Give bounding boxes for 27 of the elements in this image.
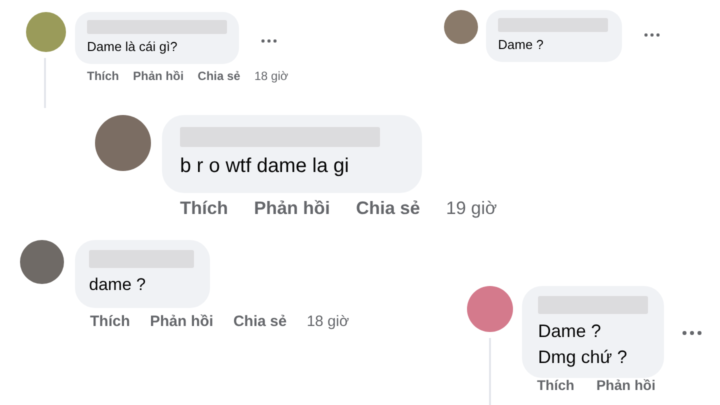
avatar-placeholder[interactable] xyxy=(20,240,64,284)
avatar-placeholder[interactable] xyxy=(467,286,513,332)
comment-action-link[interactable]: Chia sẻ xyxy=(233,314,287,329)
comment-time: 19 giờ xyxy=(446,199,497,217)
comment-text: Dmg chứ ? xyxy=(538,346,628,369)
comment-action-link[interactable]: Chia sẻ xyxy=(198,70,240,82)
more-icon[interactable] xyxy=(682,330,702,336)
comment-action-link[interactable]: Thích xyxy=(537,378,574,392)
comment-text: Dame ? xyxy=(498,36,545,54)
comment-action-link[interactable]: Phản hồi xyxy=(133,70,184,82)
comment-action-link[interactable]: Thích xyxy=(180,199,228,217)
comment-time: 18 giờ xyxy=(306,314,350,329)
comment-text: Dame ? xyxy=(538,320,602,343)
comment-text: Dame là cái gì? xyxy=(87,38,178,56)
comment-action-link[interactable]: Thích xyxy=(87,70,119,82)
comment-time: 18 giờ xyxy=(254,70,288,82)
avatar-placeholder[interactable] xyxy=(26,12,66,52)
avatar-placeholder[interactable] xyxy=(444,10,478,44)
comment-action-link[interactable]: Phản hồi xyxy=(596,378,656,392)
comment-action-link[interactable]: Thích xyxy=(90,314,130,329)
comment-action-link[interactable]: Phản hồi xyxy=(150,314,214,329)
more-icon[interactable] xyxy=(644,32,660,38)
comment-action-link[interactable]: Phản hồi xyxy=(254,199,330,217)
more-icon[interactable] xyxy=(261,38,277,44)
comment-text: dame ? xyxy=(89,274,147,296)
comment-text: b r o wtf dame la gi xyxy=(180,154,350,179)
comment-action-link[interactable]: Chia sẻ xyxy=(356,199,420,217)
